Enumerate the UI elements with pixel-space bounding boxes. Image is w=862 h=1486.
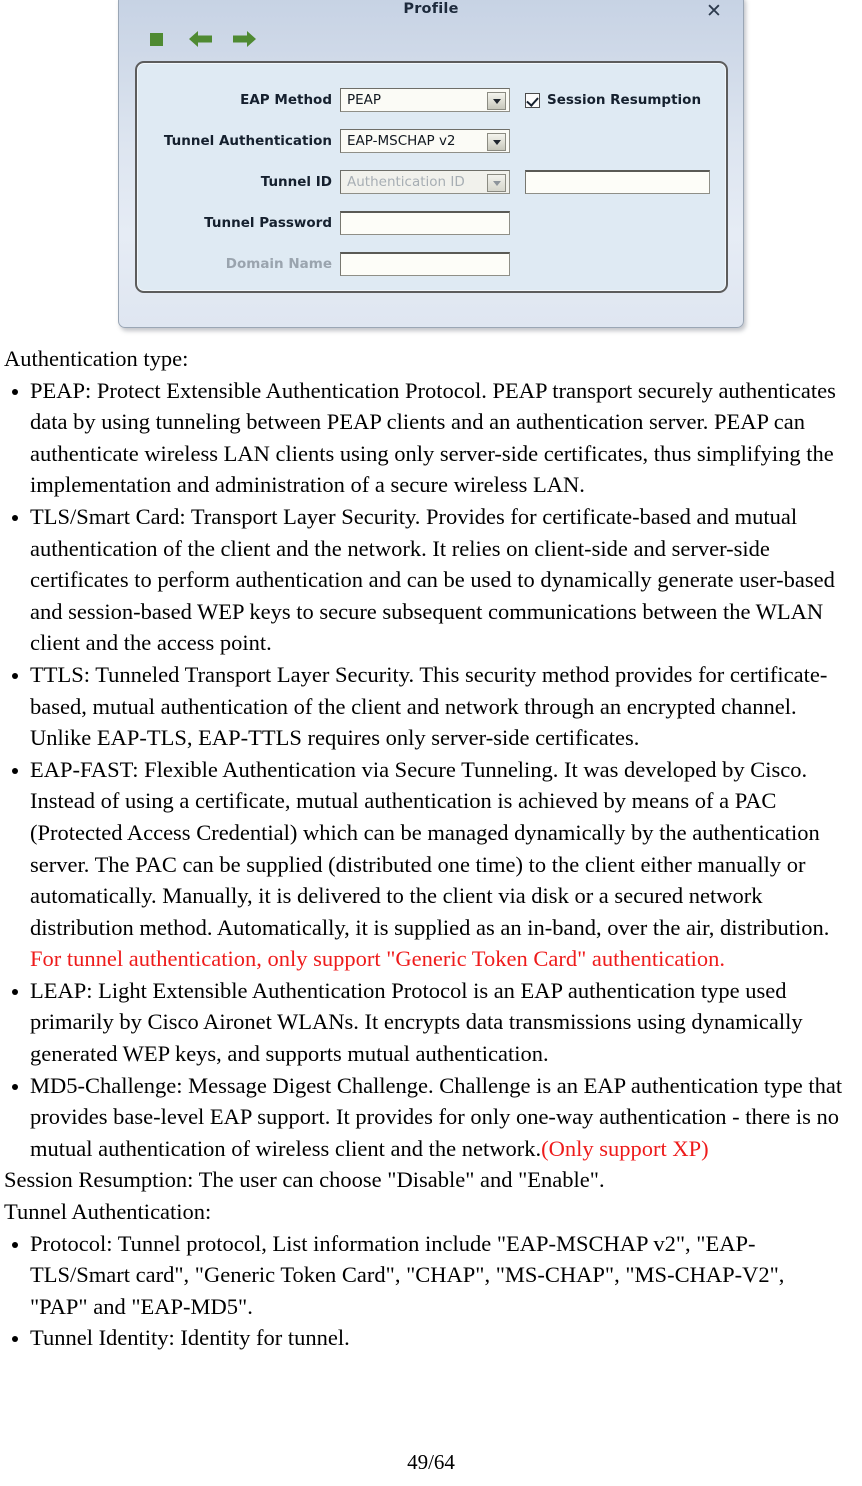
chevron-down-icon[interactable]: [487, 133, 506, 151]
tunnel-authentication-value: EAP-MSCHAP v2: [347, 133, 456, 149]
list-item: TLS/Smart Card: Transport Layer Security…: [0, 501, 862, 659]
tunnel-id-select[interactable]: Authentication ID: [340, 170, 510, 194]
session-resumption-checkbox[interactable]: Session Resumption: [525, 92, 701, 108]
tunnel-id-value: Authentication ID: [347, 174, 465, 190]
md5-note: (Only support XP): [541, 1135, 709, 1161]
stop-square-glyph: [149, 32, 163, 46]
tunnel-id-input[interactable]: [525, 170, 710, 194]
profile-dialog-container: Profile ✕ EAP Method PEAP Session Resump…: [118, 0, 746, 336]
field-row-tunnel-password: Tunnel Password: [137, 208, 726, 238]
field-row-tunnel-id: Tunnel ID Authentication ID: [137, 167, 726, 197]
dialog-title: Profile: [403, 1, 459, 17]
domain-name-input[interactable]: [340, 252, 510, 276]
domain-name-label: Domain Name: [225, 256, 332, 272]
authentication-type-list: PEAP: Protect Extensible Authentication …: [0, 375, 862, 1165]
dialog-titlebar: Profile ✕: [119, 0, 743, 29]
list-item: Tunnel Identity: Identity for tunnel.: [0, 1322, 862, 1354]
chevron-down-icon[interactable]: [487, 174, 506, 192]
profile-dialog: Profile ✕ EAP Method PEAP Session Resump…: [118, 0, 744, 328]
tunnel-password-label: Tunnel Password: [204, 215, 332, 231]
list-item: TTLS: Tunneled Transport Layer Security.…: [0, 659, 862, 754]
tunnel-password-input[interactable]: [340, 211, 510, 235]
profile-form-panel: EAP Method PEAP Session Resumption Tunne…: [135, 61, 728, 293]
tunnel-id-label: Tunnel ID: [260, 174, 332, 190]
dialog-toolbar: [143, 26, 257, 52]
tunnel-authentication-list: Protocol: Tunnel protocol, List informat…: [0, 1228, 862, 1354]
field-row-tunnel-authentication: Tunnel Authentication EAP-MSCHAP v2: [137, 126, 726, 156]
session-resumption-label: Session Resumption: [547, 92, 702, 108]
eap-fast-text: EAP-FAST: Flexible Authentication via Se…: [30, 756, 830, 940]
heading-authentication-type: Authentication type:: [4, 346, 189, 371]
md5-text: MD5-Challenge: Message Digest Challenge.…: [30, 1072, 843, 1161]
checkmark-icon[interactable]: [525, 92, 540, 108]
tunnel-authentication-select[interactable]: EAP-MSCHAP v2: [340, 129, 510, 153]
list-item: PEAP: Protect Extensible Authentication …: [0, 375, 862, 501]
list-item-eap-fast: EAP-FAST: Flexible Authentication via Se…: [0, 754, 862, 975]
back-arrow-icon[interactable]: [187, 28, 213, 50]
eap-method-value: PEAP: [347, 92, 382, 108]
eap-fast-note: For tunnel authentication, only support …: [30, 946, 725, 972]
chevron-down-icon[interactable]: [487, 92, 506, 110]
field-row-eap-method: EAP Method PEAP Session Resumption: [137, 85, 726, 115]
list-item: Protocol: Tunnel protocol, List informat…: [0, 1228, 862, 1323]
close-icon[interactable]: ✕: [701, 0, 727, 24]
heading-tunnel-authentication: Tunnel Authentication:: [4, 1199, 212, 1225]
stop-icon[interactable]: [143, 28, 169, 50]
field-row-domain-name: Domain Name: [137, 249, 726, 279]
page-number: 49/64: [407, 1450, 455, 1474]
forward-arrow-icon[interactable]: [231, 28, 257, 50]
list-item: LEAP: Light Extensible Authentication Pr…: [0, 975, 862, 1070]
list-item-md5: MD5-Challenge: Message Digest Challenge.…: [0, 1070, 862, 1165]
eap-method-select[interactable]: PEAP: [340, 88, 510, 112]
eap-method-label: EAP Method: [240, 92, 332, 108]
document-body: Authentication type: PEAP: Protect Exten…: [0, 343, 862, 1354]
session-resumption-note: Session Resumption: The user can choose …: [4, 1167, 605, 1193]
tunnel-authentication-label: Tunnel Authentication: [163, 133, 332, 149]
